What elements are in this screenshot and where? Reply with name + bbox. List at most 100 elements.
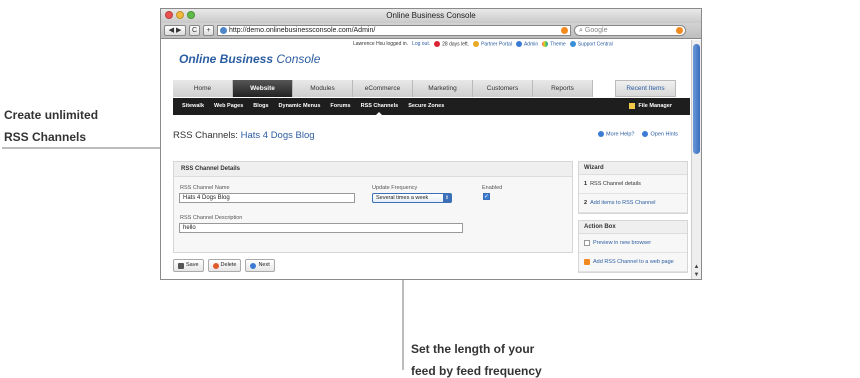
step-link[interactable]: Add items to RSS Channel (590, 200, 655, 206)
delete-label: Delete (220, 262, 237, 268)
user-status: Lawrence Hsu logged in. (353, 41, 409, 48)
details-panel-title: RSS Channel Details (174, 162, 572, 177)
next-button[interactable]: Next (245, 259, 275, 272)
add-to-page-action[interactable]: Add RSS Channel to a web page (579, 253, 687, 272)
action-box: Action Box Preview in new browser Add RS… (578, 220, 688, 273)
trial-days: 28 days left. (434, 41, 469, 47)
support-central-link[interactable]: Support Central (569, 41, 613, 48)
tab-modules[interactable]: Modules (293, 80, 353, 97)
update-frequency-select[interactable]: Several times a week ⇕ (372, 193, 452, 203)
enabled-label: Enabled (482, 185, 503, 191)
delete-button[interactable]: Delete (207, 259, 242, 272)
channel-name-label: RSS Channel Name (180, 185, 230, 191)
open-hints-link[interactable]: Open Hints (642, 131, 678, 137)
admin-icon (515, 41, 522, 47)
add-bookmark-button[interactable]: + (203, 25, 214, 36)
channel-description-label: RSS Channel Description (180, 215, 243, 221)
minimize-window-button[interactable] (176, 11, 184, 19)
theme-link[interactable]: Theme (542, 41, 566, 47)
subnav-dynamic-menus[interactable]: Dynamic Menus (274, 98, 326, 115)
tab-customers[interactable]: Customers (473, 80, 533, 97)
preview-icon (584, 240, 590, 246)
browser-toolbar: ◀ ▶ C + http://demo.onlinebusinessconsol… (161, 23, 701, 39)
tab-ecommerce[interactable]: eCommerce (353, 80, 413, 97)
search-icon: ⌕ (579, 27, 583, 34)
subnav-forums[interactable]: Forums (325, 98, 355, 115)
support-label: Support Central (577, 41, 613, 48)
channel-name-input[interactable]: Hats 4 Dogs Blog (179, 193, 355, 203)
save-button[interactable]: Save (173, 259, 204, 272)
browser-window: Online Business Console ◀ ▶ C + http://d… (160, 8, 702, 280)
annotation-line: Set the length of your (411, 342, 535, 356)
main-tabs: Home Website Modules eCommerce Marketing… (173, 80, 690, 97)
back-forward-button[interactable]: ◀ ▶ (164, 25, 186, 36)
days-left-text: 28 days left. (442, 41, 470, 48)
search-input[interactable]: ⌕ Google (574, 25, 686, 36)
action-box-title: Action Box (579, 221, 687, 234)
rss-feed-icon[interactable] (561, 27, 568, 34)
support-icon (569, 41, 576, 47)
search-engine-icon[interactable] (676, 27, 683, 34)
save-icon (178, 262, 184, 269)
subnav-rss-channels[interactable]: RSS Channels (356, 98, 404, 115)
partner-portal-link[interactable]: Partner Portal (473, 41, 512, 47)
star-icon (473, 41, 480, 47)
tab-marketing[interactable]: Marketing (413, 80, 473, 97)
admin-label: Admin (523, 41, 539, 48)
subnav-web-pages[interactable]: Web Pages (209, 98, 248, 115)
site-icon (220, 27, 227, 34)
next-label: Next (258, 262, 270, 268)
help-icon (598, 131, 605, 137)
theme-icon (542, 41, 549, 47)
file-manager-label: File Manager (638, 103, 672, 109)
scroll-thumb[interactable] (693, 44, 700, 154)
zoom-window-button[interactable] (187, 11, 195, 19)
annotation-leader-line (2, 147, 175, 149)
help-links: More Help? Open Hints (598, 131, 678, 137)
page-scrollbar[interactable]: ▲ ▼ (691, 40, 701, 279)
page-title-channel: Hats 4 Dogs Blog (240, 130, 315, 141)
scroll-up-arrow[interactable]: ▲ (693, 264, 700, 271)
console-logo[interactable]: Online Business Console (179, 52, 320, 66)
next-icon (250, 262, 257, 269)
logout-link[interactable]: Log out. (412, 41, 430, 47)
add-to-page-icon (584, 259, 590, 265)
url-text: http://demo.onlinebusinessconsole.com/Ad… (229, 27, 376, 34)
recent-items-button[interactable]: Recent Items (615, 80, 676, 97)
window-titlebar: Online Business Console (161, 9, 701, 23)
page-title-prefix: RSS Channels: (173, 130, 241, 141)
enabled-checkbox[interactable]: ✓ (483, 193, 490, 200)
admin-link[interactable]: Admin (515, 41, 539, 48)
partner-portal-label: Partner Portal (481, 41, 512, 48)
hints-icon (642, 131, 649, 137)
user-topbar: Lawrence Hsu logged in. Log out. 28 days… (353, 41, 613, 47)
scroll-down-arrow[interactable]: ▼ (693, 272, 700, 279)
subnav-blogs[interactable]: Blogs (248, 98, 273, 115)
more-help-link[interactable]: More Help? (598, 131, 634, 137)
page-title-row: RSS Channels: Hats 4 Dogs Blog More Help… (173, 130, 690, 146)
open-hints-label: Open Hints (650, 131, 678, 138)
subnav-sitewalk[interactable]: Sitewalk (177, 98, 209, 115)
file-manager-link[interactable]: File Manager (629, 98, 672, 115)
preview-link[interactable]: Preview in new browser (593, 240, 651, 246)
preview-action[interactable]: Preview in new browser (579, 234, 687, 253)
add-to-page-link[interactable]: Add RSS Channel to a web page (593, 259, 674, 265)
window-title: Online Business Console (386, 11, 476, 20)
address-bar[interactable]: http://demo.onlinebusinessconsole.com/Ad… (217, 25, 571, 36)
reload-button[interactable]: C (189, 25, 200, 36)
close-window-button[interactable] (165, 11, 173, 19)
channel-description-input[interactable]: hello (179, 223, 463, 233)
more-help-label: More Help? (606, 131, 635, 138)
wizard-step-1: 1 RSS Channel details (579, 175, 687, 194)
form-actions: Save Delete Next (173, 259, 275, 272)
step-number: 1 (584, 181, 588, 187)
subnav-secure-zones[interactable]: Secure Zones (403, 98, 449, 115)
annotation-line: feed by feed frequency (411, 364, 542, 378)
annotation-line: RSS Channels (4, 130, 87, 144)
wizard-title: Wizard (579, 162, 687, 175)
tab-reports[interactable]: Reports (533, 80, 593, 97)
tab-website[interactable]: Website (233, 80, 293, 97)
tab-home[interactable]: Home (173, 80, 233, 97)
wizard-step-2[interactable]: 2 Add items to RSS Channel (579, 194, 687, 213)
step-number: 2 (584, 200, 588, 206)
